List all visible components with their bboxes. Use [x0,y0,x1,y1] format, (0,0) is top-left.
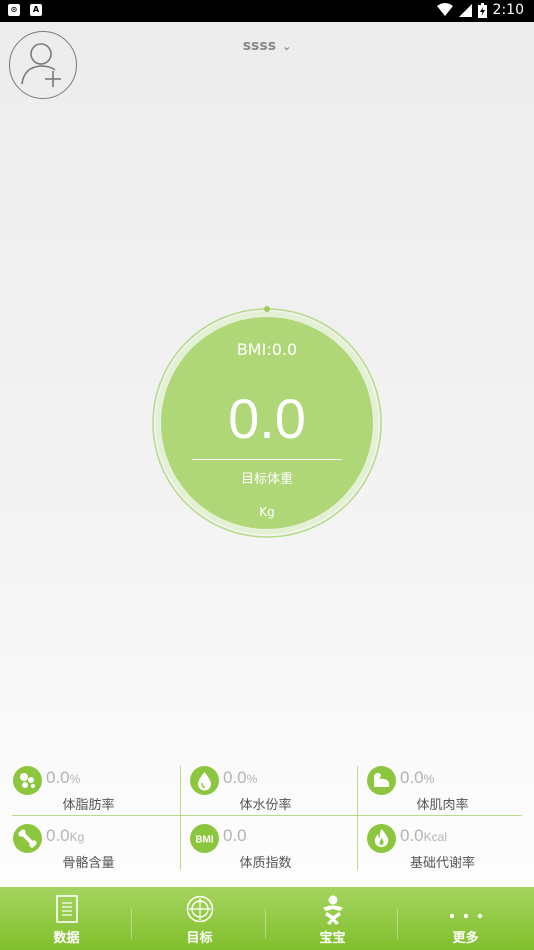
tab-data[interactable]: 数据 [0,887,133,950]
stat-basal-metabolism[interactable]: 0.0Kcal 基础代谢率 [354,824,531,874]
stat-bone-mass[interactable]: 0.0Kg 骨骼含量 [0,824,177,874]
stat-unit: Kg [69,830,85,844]
bone-icon [13,824,42,853]
stat-body-fat[interactable]: 0.0% 体脂肪率 [0,766,177,816]
user-name: ssss [242,38,277,54]
body-stats-grid: 0.0% 体脂肪率 0.0% 体水份率 0.0% 体肌肉率 0.0Kg 骨骼含量… [0,766,534,874]
document-icon [55,895,78,923]
dots-icon [13,766,42,795]
stat-value: 0.0 [223,826,247,845]
status-bar: ⊙ A 2:10 [0,0,534,22]
tab-label: 更多 [452,931,479,946]
stat-value: 0.0 [223,768,247,787]
stat-unit: % [69,772,81,786]
stat-label: 体水份率 [239,798,292,813]
user-selector[interactable]: ssss ⌄ [0,38,534,54]
gauge-indicator-dot [264,306,270,312]
tab-more[interactable]: 更多 [399,887,532,950]
bmi-badge-icon: BMI [190,824,219,853]
stat-value: 0.0 [400,826,424,845]
stat-value: 0.0 [400,768,424,787]
chrome-notification-icon: ⊙ [8,4,20,16]
bottom-tab-bar: 数据 目标 宝宝 更多 [0,887,534,950]
weight-unit: Kg [259,505,275,519]
water-drop-icon [190,766,219,795]
tab-label: 宝宝 [319,931,346,946]
stat-unit: % [423,772,435,786]
stat-value: 0.0 [46,826,70,845]
target-weight-value: 0.0 [228,387,306,450]
flame-icon [367,824,396,853]
stat-muscle[interactable]: 0.0% 体肌肉率 [354,766,531,816]
more-dots-icon [449,913,482,919]
tab-label: 数据 [53,931,80,946]
stat-bmi[interactable]: BMI 0.0 体质指数 [177,824,354,874]
muscle-arm-icon [367,766,396,795]
stat-label: 骨骼含量 [62,856,115,871]
stat-value: 0.0 [46,768,70,787]
tab-baby[interactable]: 宝宝 [266,887,399,950]
stat-label: 体肌肉率 [416,798,469,813]
baby-icon [322,895,343,925]
weight-gauge: BMI:0.0 0.0 目标体重 Kg [150,306,384,540]
target-icon [186,895,213,923]
tab-target[interactable]: 目标 [133,887,266,950]
stat-unit: % [246,772,258,786]
status-time: 2:10 [492,2,524,18]
stat-label: 体脂肪率 [62,798,115,813]
bmi-value: BMI:0.0 [236,340,298,359]
cell-signal-icon [458,3,472,17]
bmi-badge-text: BMI [195,835,214,846]
stat-body-water[interactable]: 0.0% 体水份率 [177,766,354,816]
chevron-down-icon: ⌄ [282,40,292,53]
stat-label: 基础代谢率 [409,856,475,871]
battery-icon [477,2,487,18]
stat-unit: Kcal [423,830,447,844]
wifi-icon [436,3,453,16]
target-weight-label: 目标体重 [240,472,293,487]
tab-label: 目标 [186,931,213,946]
tab-separator [397,909,398,939]
stat-label: 体质指数 [239,856,292,871]
tab-separator [131,909,132,939]
a-notification-icon: A [30,4,42,16]
gauge-divider [192,459,342,460]
